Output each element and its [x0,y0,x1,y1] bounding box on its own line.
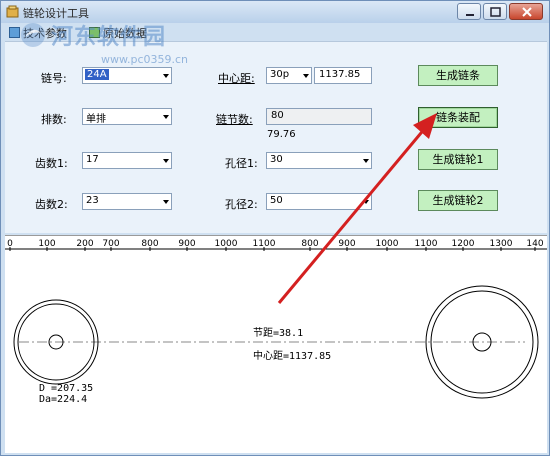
bore2-label: 孔径2: [225,198,258,211]
ruler-tick-label: 140 [526,239,543,249]
rows-select[interactable]: 单排 [82,108,172,125]
ruler-tick-label: 1000 [376,239,399,249]
chain-no-select[interactable]: 24A [82,67,172,84]
teeth2-value: 23 [86,195,99,206]
drawing-svg: 0 100 200 700 800 900 1000 1100 800 900 1000 1100 12… [5,239,547,399]
tab-raw-data[interactable]: 原始数据 [89,25,147,40]
teeth1-label: 齿数1: [35,157,68,170]
ruler-tick-label: 100 [38,239,55,249]
chevron-down-icon [163,74,169,78]
ruler-tick-label: 700 [102,239,119,249]
app-window: 链轮设计工具 技术参数 原始数据 链号: 24A 排数: 单排 齿数1: 17 … [0,0,550,456]
ruler-tick-label: 1100 [253,239,276,249]
ruler-tick-label: 1300 [490,239,513,249]
teeth1-value: 17 [86,154,99,165]
ruler-tick-label: 1100 [415,239,438,249]
links-exact-value: 79.76 [267,129,296,140]
chevron-down-icon [303,74,309,78]
close-icon [522,7,532,17]
window-title: 链轮设计工具 [23,7,89,20]
chevron-down-icon [363,200,369,204]
generate-sprocket1-button[interactable]: 生成链轮1 [418,149,498,170]
ruler-tick-label: 800 [141,239,158,249]
data-icon [89,27,100,38]
diameter-annotation: D =207.35 [39,383,94,394]
generate-sprocket2-button[interactable]: 生成链轮2 [418,190,498,211]
rows-label: 排数: [41,113,67,126]
center-distance-annotation: 中心距=1137.85 [253,351,332,362]
bore1-label: 孔径1: [225,157,258,170]
toolbar: 技术参数 原始数据 [3,23,548,41]
minimize-icon [466,14,474,16]
pitch-annotation: 节距=38.1 [253,328,304,339]
parameter-panel: 链号: 24A 排数: 单排 齿数1: 17 齿数2: 23 中心距: 30p … [5,41,547,233]
maximize-button[interactable] [483,3,507,20]
generate-chain-button[interactable]: 生成链条 [418,65,498,86]
links-label: 链节数: [216,113,253,126]
bore1-value: 30 [270,154,283,165]
minimize-button[interactable] [457,3,481,20]
ruler-tick-label: 1000 [215,239,238,249]
tip-diameter-annotation: Da=224.4 [39,394,88,405]
chevron-down-icon [363,159,369,163]
teeth2-select[interactable]: 23 [82,193,172,210]
ruler-tick-label: 900 [178,239,195,249]
chevron-down-icon [163,159,169,163]
bore2-value: 50 [270,195,283,206]
settings-icon [9,27,20,38]
app-icon [6,5,19,18]
ruler-tick-label: 200 [76,239,93,249]
chevron-down-icon [163,200,169,204]
center-distance-label: 中心距: [218,72,255,85]
chain-no-value: 24A [85,69,109,80]
center-unit-value: 30p [270,69,290,80]
tab-technical-params[interactable]: 技术参数 [9,25,67,40]
teeth1-select[interactable]: 17 [82,152,172,169]
ruler-tick-label: 1200 [452,239,475,249]
ruler-tick-label: 900 [338,239,355,249]
bore2-select[interactable]: 50 [266,193,372,210]
center-unit-select[interactable]: 30p [266,67,312,84]
chevron-down-icon [163,115,169,119]
chain-no-label: 链号: [41,72,67,85]
title-bar[interactable]: 链轮设计工具 [1,1,549,23]
chain-assembly-button[interactable]: 链条装配 [418,107,498,128]
ruler-tick-label: 0 [7,239,13,249]
close-button[interactable] [509,3,543,20]
teeth2-label: 齿数2: [35,198,68,211]
links-input[interactable]: 80 [266,108,372,125]
bore1-select[interactable]: 30 [266,152,372,169]
center-distance-input[interactable]: 1137.85 [314,67,372,84]
maximize-icon [490,7,501,17]
rows-value: 单排 [86,114,106,125]
ruler-tick-label: 800 [301,239,318,249]
drawing-canvas[interactable]: 0 100 200 700 800 900 1000 1100 800 900 1000 1100 12… [5,235,547,453]
